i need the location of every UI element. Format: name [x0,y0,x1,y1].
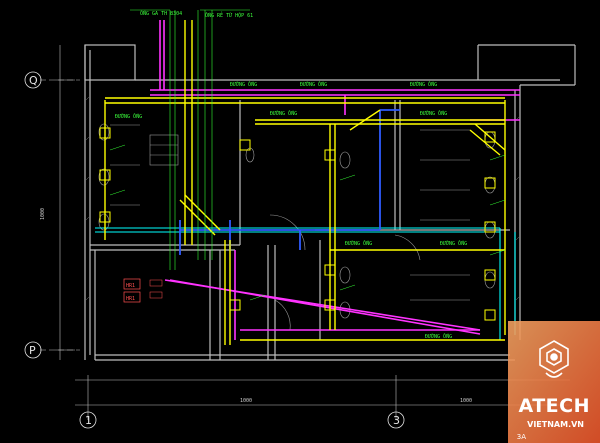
svg-text:ĐƯỜNG ỐNG: ĐƯỜNG ỐNG [410,81,437,88]
grid-label-p: P [29,344,36,357]
logo-brand-text: ATECH [518,395,590,417]
svg-text:ĐƯỜNG ỐNG: ĐƯỜNG ỐNG [270,110,297,117]
svg-text:ĐƯỜNG ỐNG: ĐƯỜNG ỐNG [420,110,447,117]
grid-label-1: 1 [85,414,92,427]
logo-website-text: VIETNAM.VN [527,420,584,429]
dimension-label-bottom-2: 1000 [460,398,472,404]
svg-text:ĐƯỜNG ỐNG: ĐƯỜNG ỐNG [230,81,257,88]
equipment-tag-1: HR1 [126,283,135,289]
riser-label-gas: ỐNG GA TH 8304 [140,10,182,17]
svg-text:ĐƯỜNG ỐNG: ĐƯỜNG ỐNG [345,240,372,247]
dimension-label-bottom-1: 1000 [240,398,252,404]
dimension-label-vertical: 1000 [40,208,46,220]
grid-label-3: 3 [393,414,400,427]
logo-corner-mark: 3A [516,433,526,441]
equipment-tag-2: HR1 [126,296,135,302]
svg-text:ĐƯỜNG ỐNG: ĐƯỜNG ỐNG [425,333,452,340]
svg-text:ĐƯỜNG ỐNG: ĐƯỜNG ỐNG [115,113,142,120]
svg-text:ĐƯỜNG ỐNG: ĐƯỜNG ỐNG [440,240,467,247]
riser-label-branch: ỐNG RẺ TỪ HỘP 61 [205,11,253,19]
grid-label-q: Q [29,74,38,87]
svg-text:ĐƯỜNG ỐNG: ĐƯỜNG ỐNG [300,81,327,88]
